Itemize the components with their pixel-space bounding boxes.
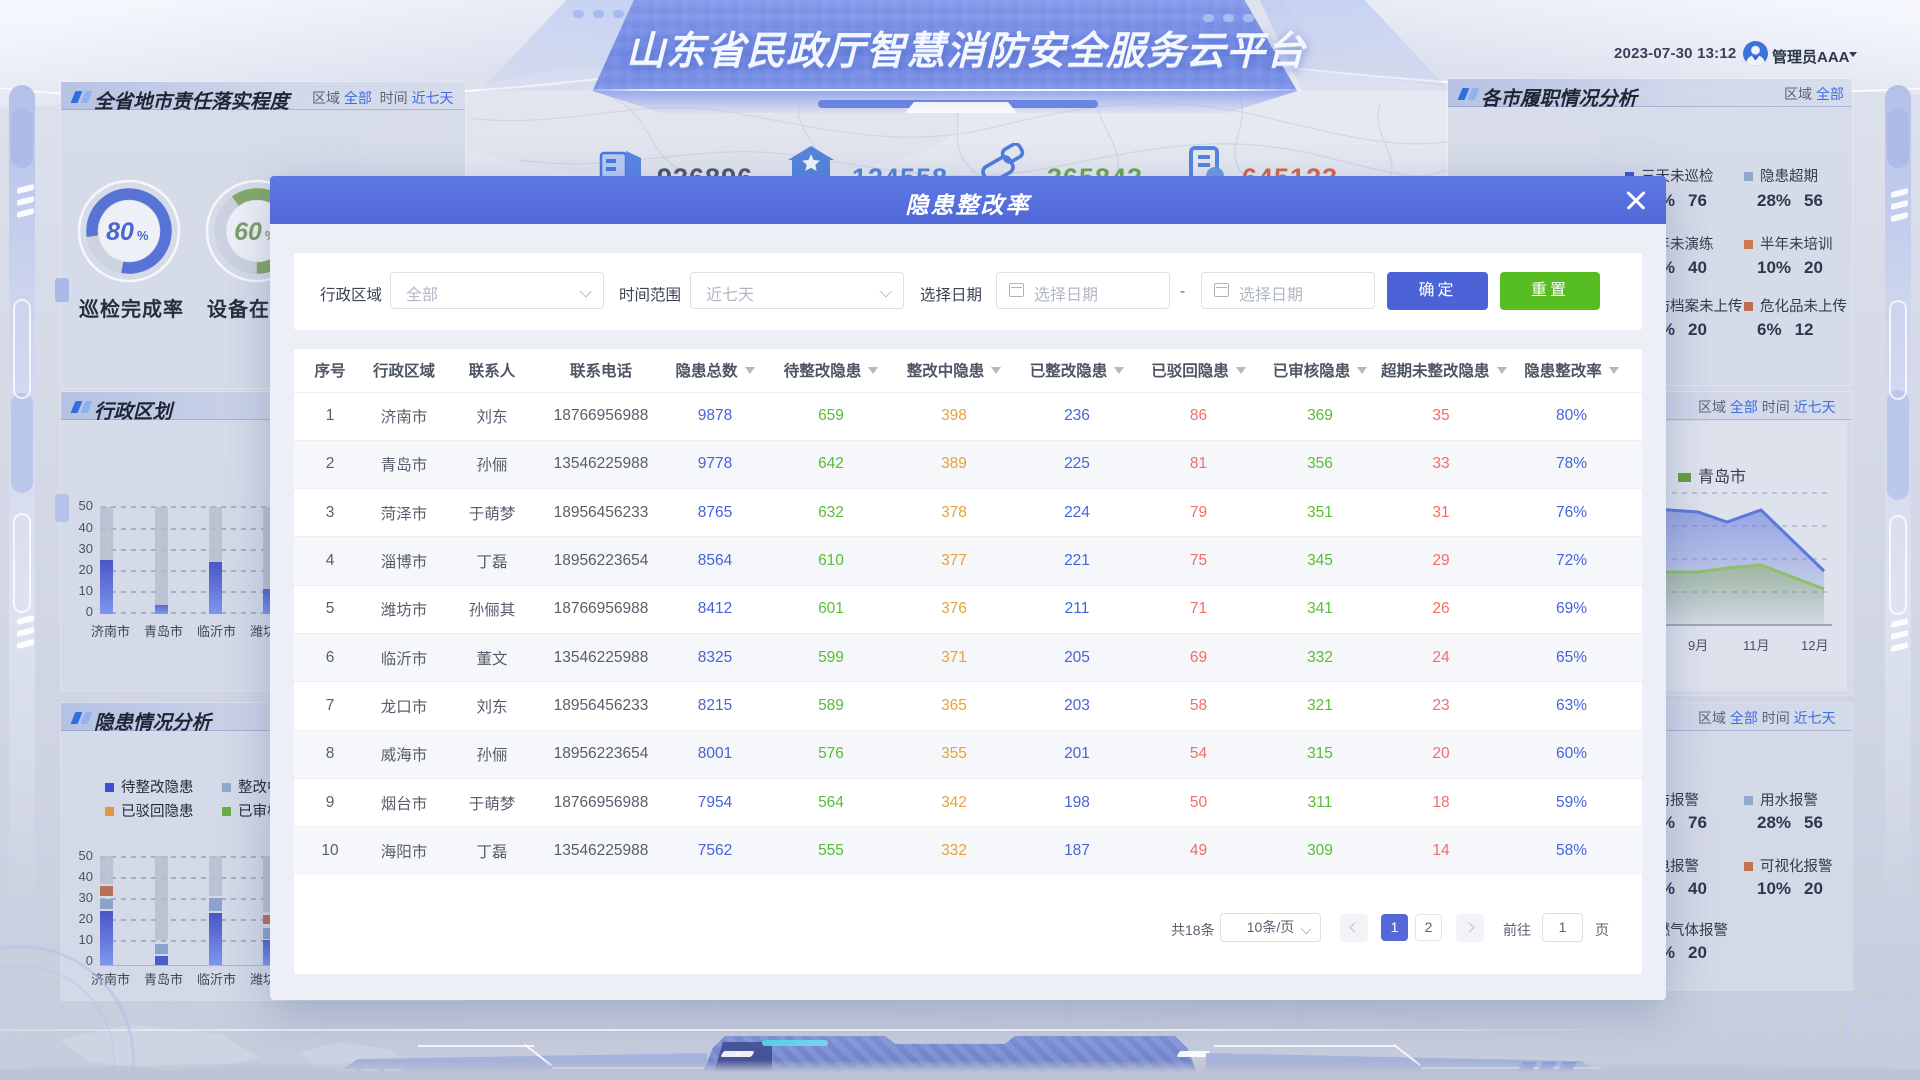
svg-text:%: % [137, 228, 149, 243]
svg-text:80: 80 [106, 218, 134, 246]
svg-text:60: 60 [234, 218, 262, 246]
